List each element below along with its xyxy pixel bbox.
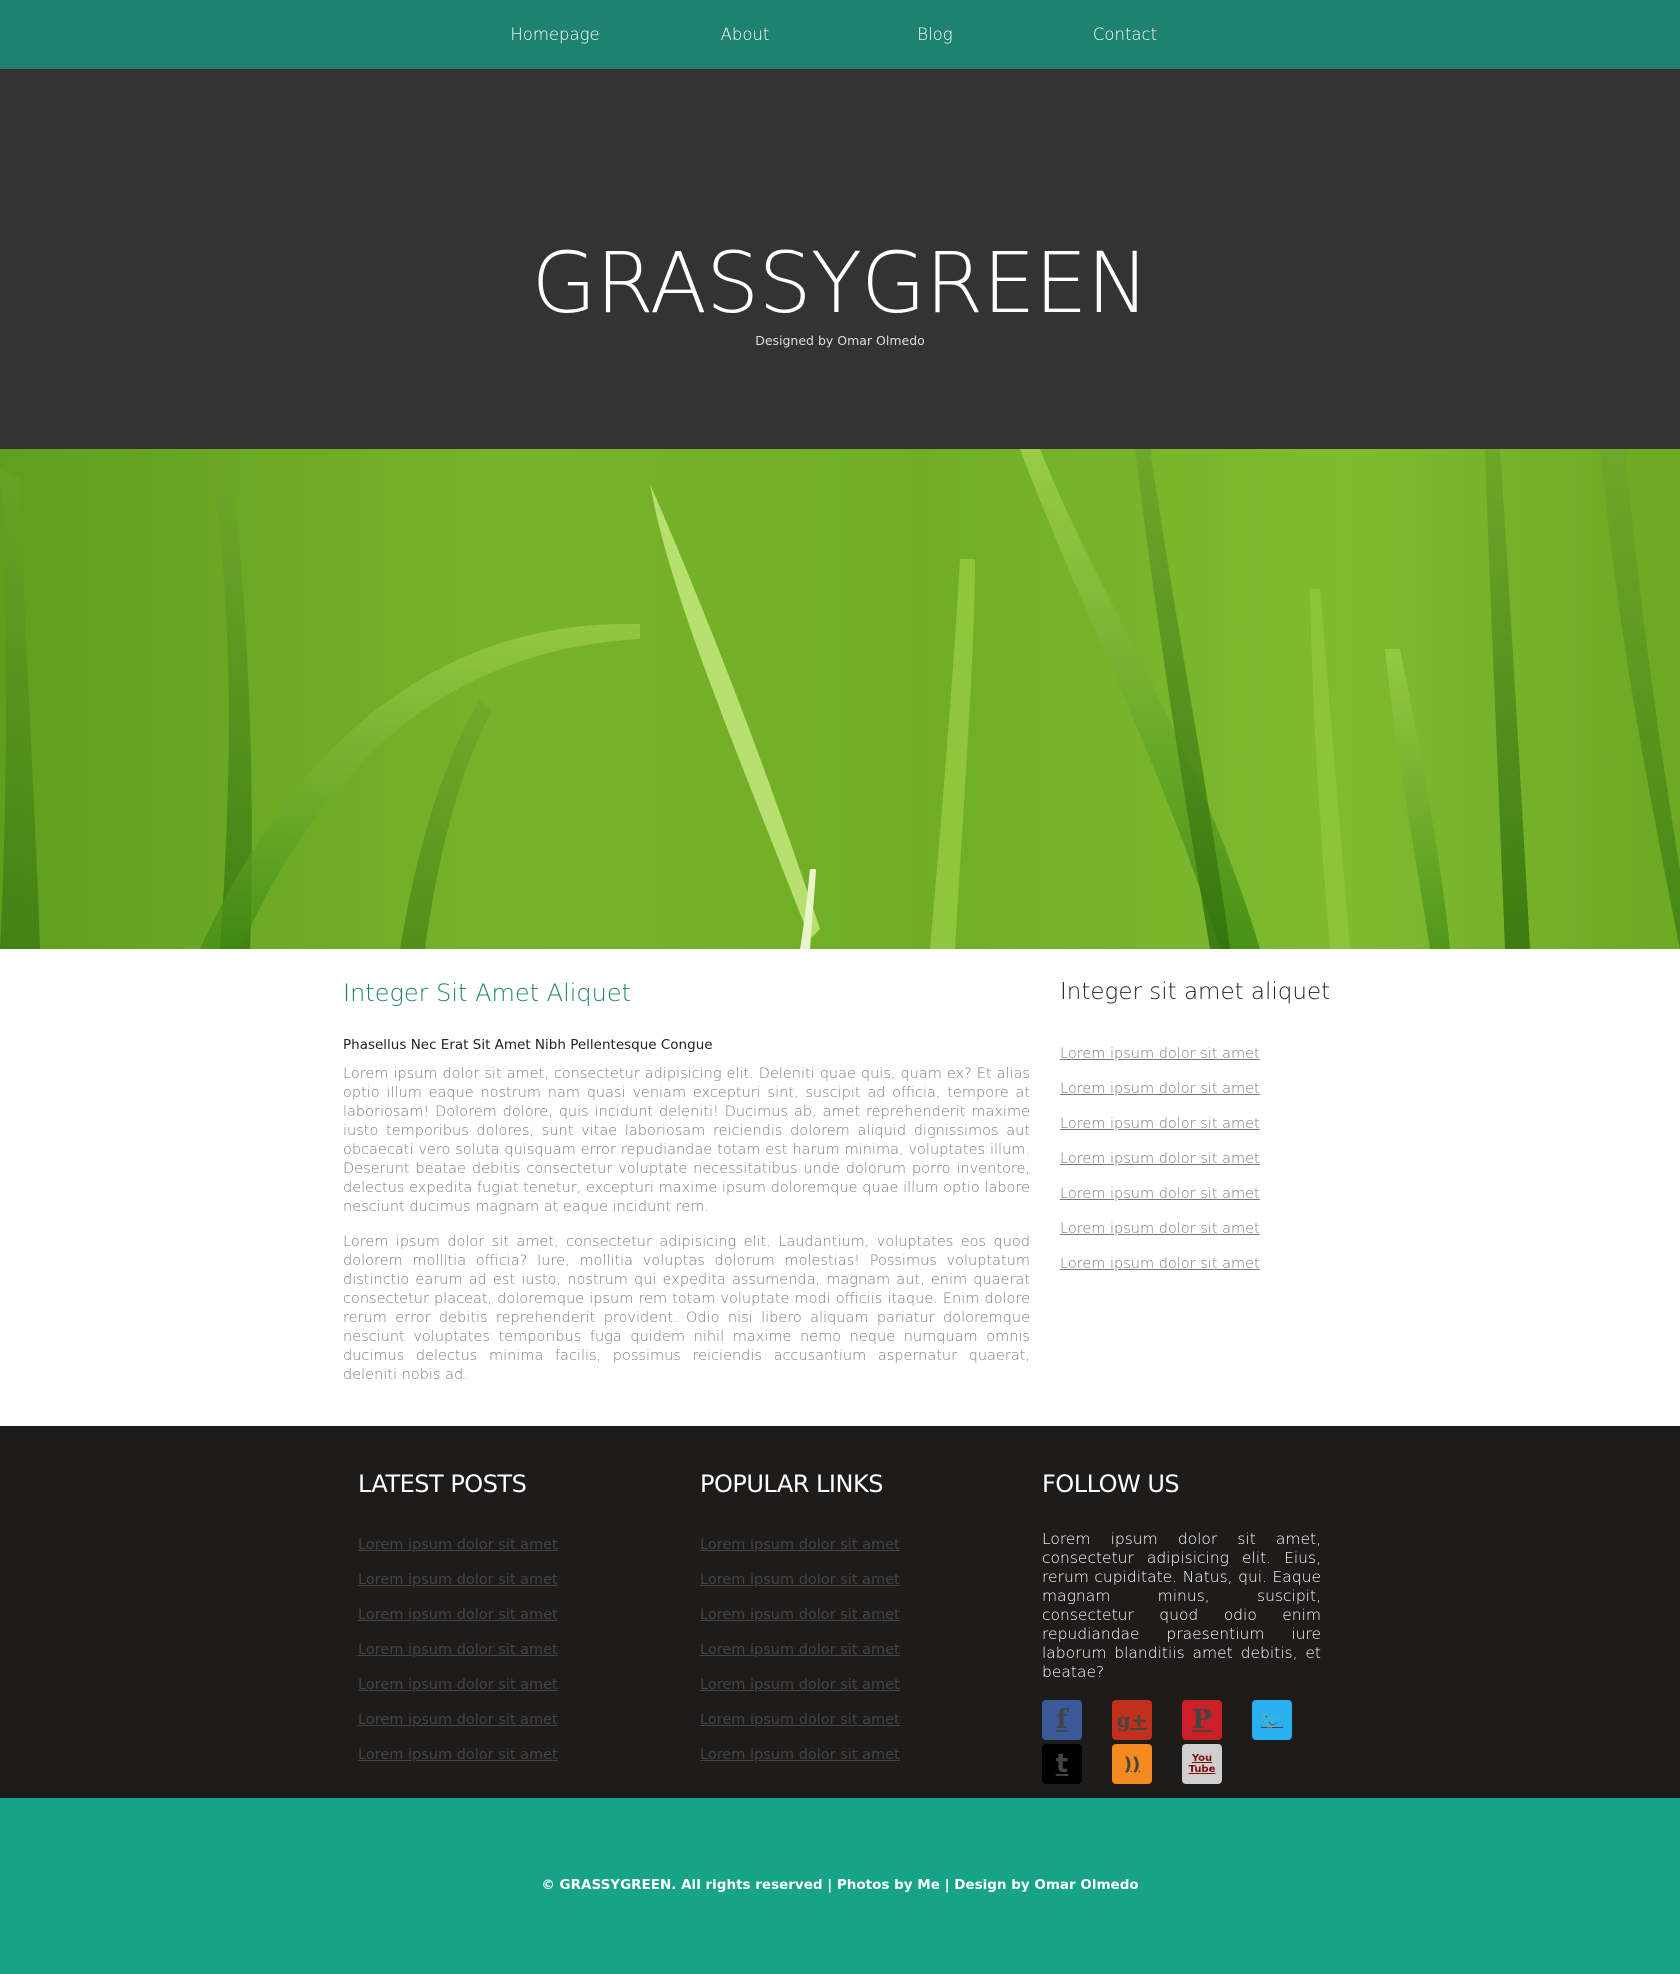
popular-link[interactable]: Lorem ipsum dolor sit amet [700, 1747, 900, 1763]
sidebar-link[interactable]: Lorem ipsum dolor sit amet [1060, 1221, 1260, 1237]
latest-post-link[interactable]: Lorem ipsum dolor sit amet [358, 1642, 558, 1658]
follow-us-heading: FOLLOW US [1042, 1470, 1180, 1498]
follow-us-text: Lorem ipsum dolor sit amet, consectetur … [1042, 1530, 1321, 1681]
article-paragraph-1: Lorem ipsum dolor sit amet, consectetur … [343, 1066, 1030, 1215]
popular-links-column: POPULAR LINKS Lorem ipsum dolor sit amet… [700, 1470, 900, 1779]
sidebar-link[interactable]: Lorem ipsum dolor sit amet [1060, 1186, 1260, 1202]
popular-links-list: Lorem ipsum dolor sit amet Lorem ipsum d… [700, 1534, 900, 1779]
latest-post-link[interactable]: Lorem ipsum dolor sit amet [358, 1572, 558, 1588]
popular-link[interactable]: Lorem ipsum dolor sit amet [700, 1712, 900, 1728]
latest-posts-list: Lorem ipsum dolor sit amet Lorem ipsum d… [358, 1534, 558, 1779]
latest-posts-heading: LATEST POSTS [358, 1470, 527, 1498]
latest-posts-column: LATEST POSTS Lorem ipsum dolor sit amet … [358, 1470, 558, 1779]
popular-link[interactable]: Lorem ipsum dolor sit amet [700, 1642, 900, 1658]
article: Integer Sit Amet Aliquet Phasellus Nec E… [343, 979, 1030, 1401]
grass-illustration [0, 449, 1680, 949]
social-icons: f g+ P 🐦 t )) You Tube [1042, 1700, 1321, 1784]
sidebar-link[interactable]: Lorem ipsum dolor sit amet [1060, 1256, 1260, 1272]
latest-post-link[interactable]: Lorem ipsum dolor sit amet [358, 1677, 558, 1693]
facebook-icon[interactable]: f [1042, 1700, 1082, 1740]
youtube-icon[interactable]: You Tube [1182, 1744, 1222, 1784]
sidebar-link-list: Lorem ipsum dolor sit amet Lorem ipsum d… [1060, 1043, 1340, 1288]
article-subheading: Phasellus Nec Erat Sit Amet Nibh Pellent… [343, 1037, 713, 1053]
sidebar: Integer sit amet aliquet Lorem ipsum dol… [1060, 979, 1340, 1288]
sidebar-heading: Integer sit amet aliquet [1060, 979, 1331, 1005]
sidebar-link[interactable]: Lorem ipsum dolor sit amet [1060, 1046, 1260, 1062]
popular-links-heading: POPULAR LINKS [700, 1470, 883, 1498]
top-navigation: Homepage About Blog Contact [0, 0, 1680, 69]
site-title: GRASSYGREEN [531, 234, 1150, 332]
nav-link-homepage[interactable]: Homepage [460, 25, 650, 44]
sidebar-link[interactable]: Lorem ipsum dolor sit amet [1060, 1081, 1260, 1097]
twitter-icon[interactable]: 🐦 [1252, 1700, 1292, 1740]
follow-us-column: FOLLOW US Lorem ipsum dolor sit amet, co… [1042, 1470, 1321, 1784]
popular-link[interactable]: Lorem ipsum dolor sit amet [700, 1677, 900, 1693]
main-section: Integer Sit Amet Aliquet Phasellus Nec E… [0, 949, 1680, 1426]
nav-link-contact[interactable]: Contact [1030, 25, 1220, 44]
nav-link-blog[interactable]: Blog [840, 25, 1030, 44]
site-subtitle: Designed by Omar Olmedo [755, 333, 925, 348]
popular-link[interactable]: Lorem ipsum dolor sit amet [700, 1572, 900, 1588]
article-heading: Integer Sit Amet Aliquet [343, 979, 632, 1007]
tumblr-icon[interactable]: t [1042, 1744, 1082, 1784]
site-header: GRASSYGREEN Designed by Omar Olmedo [0, 69, 1680, 449]
hero-grass-image [0, 449, 1680, 949]
nav-link-about[interactable]: About [650, 25, 840, 44]
popular-link[interactable]: Lorem ipsum dolor sit amet [700, 1537, 900, 1553]
pinterest-icon[interactable]: P [1182, 1700, 1222, 1740]
sidebar-link[interactable]: Lorem ipsum dolor sit amet [1060, 1151, 1260, 1167]
latest-post-link[interactable]: Lorem ipsum dolor sit amet [358, 1537, 558, 1553]
rss-icon[interactable]: )) [1112, 1744, 1152, 1784]
copyright-text: © GRASSYGREEN. All rights reserved | Pho… [541, 1877, 1139, 1893]
sidebar-link[interactable]: Lorem ipsum dolor sit amet [1060, 1116, 1260, 1132]
latest-post-link[interactable]: Lorem ipsum dolor sit amet [358, 1607, 558, 1623]
bottom-bar: © GRASSYGREEN. All rights reserved | Pho… [0, 1798, 1680, 1974]
latest-post-link[interactable]: Lorem ipsum dolor sit amet [358, 1747, 558, 1763]
popular-link[interactable]: Lorem ipsum dolor sit amet [700, 1607, 900, 1623]
footer: LATEST POSTS Lorem ipsum dolor sit amet … [0, 1426, 1680, 1798]
article-paragraph-2: Lorem ipsum dolor sit amet, consectetur … [343, 1234, 1030, 1383]
nav-menu: Homepage About Blog Contact [460, 25, 1220, 44]
google-plus-icon[interactable]: g+ [1112, 1700, 1152, 1740]
latest-post-link[interactable]: Lorem ipsum dolor sit amet [358, 1712, 558, 1728]
